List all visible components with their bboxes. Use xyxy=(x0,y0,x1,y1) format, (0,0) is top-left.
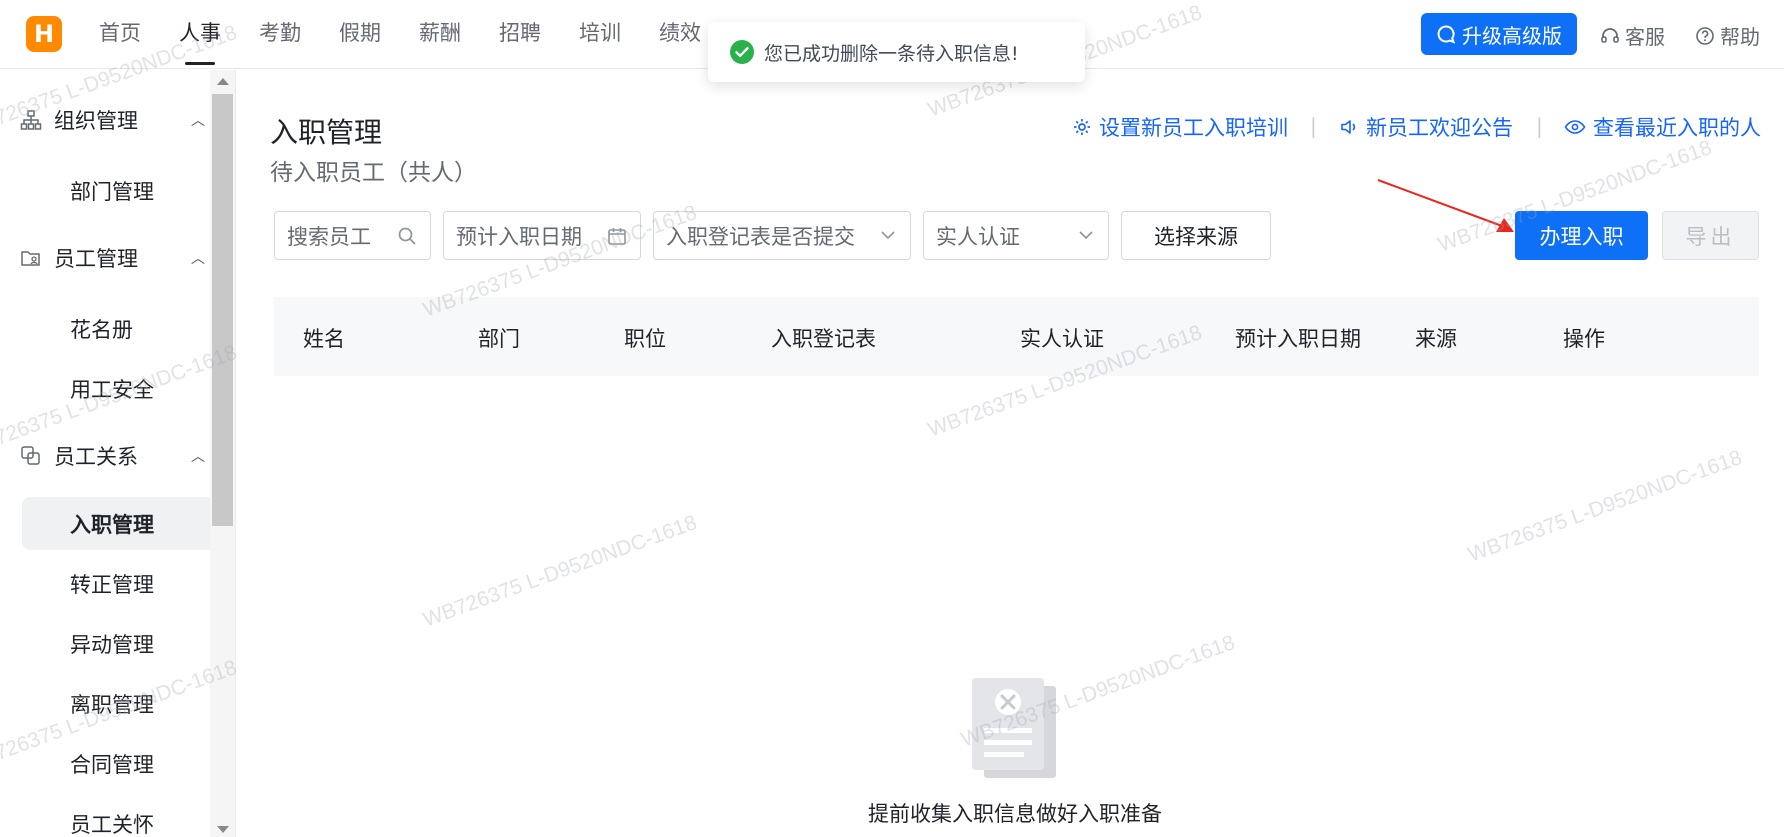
watermark-text: WB726375 L-D9520NDC-1618 xyxy=(1465,445,1745,567)
form-submitted-select[interactable]: 入职登记表是否提交 xyxy=(653,211,911,260)
sidebar-item-roster[interactable]: 花名册 xyxy=(22,302,210,355)
sidebar-item-transfer[interactable]: 异动管理 xyxy=(22,617,210,670)
relation-icon xyxy=(21,446,40,465)
chat-bubble-icon xyxy=(1437,25,1456,44)
onboard-button[interactable]: 办理入职 xyxy=(1515,211,1648,260)
source-value: 选择来源 xyxy=(1154,224,1238,249)
table-header: 姓名 部门 职位 入职登记表 实人认证 预计入职日期 来源 操作 xyxy=(274,297,1759,376)
sidebar-group-employee[interactable]: 员工管理 ︿ xyxy=(20,238,205,278)
headset-icon xyxy=(1601,27,1619,43)
chevron-down-icon xyxy=(1079,231,1093,240)
sidebar-group-label: 员工关系 xyxy=(54,445,138,469)
success-check-icon xyxy=(730,40,754,64)
upgrade-label: 升级高级版 xyxy=(1462,23,1562,48)
pending-count-subtitle: 待入职员工（共人） xyxy=(270,160,477,186)
recent-hires-label: 查看最近入职的人 xyxy=(1593,116,1761,140)
column-header-expected-date: 预计入职日期 xyxy=(1235,327,1361,351)
sidebar-item-regularization[interactable]: 转正管理 xyxy=(22,557,210,610)
search-icon xyxy=(398,227,416,245)
scroll-up-icon[interactable] xyxy=(217,78,229,85)
recent-hires-link[interactable]: 查看最近入职的人 xyxy=(1564,112,1761,142)
column-header-form: 入职登记表 xyxy=(771,327,876,351)
sidebar-scroll-thumb[interactable] xyxy=(212,94,233,526)
sidebar-item-onboarding[interactable]: 入职管理 xyxy=(22,497,210,550)
empty-state-text: 提前收集入职信息做好入职准备 xyxy=(868,802,1162,826)
column-header-actions: 操作 xyxy=(1563,327,1605,351)
nav-leave[interactable]: 假期 xyxy=(320,0,400,69)
folder-user-icon xyxy=(21,251,40,266)
onboard-training-link[interactable]: 设置新员工入职培训 xyxy=(1072,112,1288,142)
scroll-down-icon[interactable] xyxy=(217,826,229,833)
eye-icon xyxy=(1564,120,1586,134)
customer-service-link[interactable]: 客服 xyxy=(1600,21,1665,50)
sidebar-item-care[interactable]: 员工关怀 xyxy=(22,797,210,837)
column-header-auth: 实人认证 xyxy=(1020,327,1104,351)
sidebar-group-label: 员工管理 xyxy=(54,247,138,271)
sidebar-group-relations[interactable]: 员工关系 ︿ xyxy=(20,436,205,476)
nav-attendance[interactable]: 考勤 xyxy=(240,0,320,69)
empty-document-icon xyxy=(972,678,1056,778)
employee-search-input[interactable]: 搜索员工 xyxy=(274,211,431,260)
welcome-notice-label: 新员工欢迎公告 xyxy=(1366,116,1513,140)
calendar-icon xyxy=(608,228,626,245)
annotation-arrow xyxy=(1377,179,1514,232)
app-logo[interactable]: H xyxy=(26,16,62,52)
main-nav: 首页 人事 考勤 假期 薪酬 招聘 培训 绩效 xyxy=(80,0,720,69)
date-placeholder: 预计入职日期 xyxy=(456,224,582,249)
source-select[interactable]: 选择来源 xyxy=(1121,211,1271,260)
toast-message: 您已成功删除一条待入职信息! xyxy=(764,42,1019,65)
expected-date-picker[interactable]: 预计入职日期 xyxy=(443,211,641,260)
success-toast: 您已成功删除一条待入职信息! xyxy=(708,22,1085,82)
customer-service-label: 客服 xyxy=(1625,25,1665,49)
chevron-down-icon xyxy=(881,231,895,240)
watermark-text: WB726375 L-D9520NDC-1618 xyxy=(420,510,700,632)
nav-recruit[interactable]: 招聘 xyxy=(480,0,560,69)
help-label: 帮助 xyxy=(1720,25,1760,49)
nav-training[interactable]: 培训 xyxy=(560,0,640,69)
chevron-up-icon: ︿ xyxy=(191,113,205,129)
upgrade-button[interactable]: 升级高级版 xyxy=(1421,13,1577,55)
link-divider: | xyxy=(1310,114,1317,138)
nav-salary[interactable]: 薪酬 xyxy=(400,0,480,69)
sidebar-item-resignation[interactable]: 离职管理 xyxy=(22,677,210,730)
column-header-position: 职位 xyxy=(624,327,666,351)
nav-personnel[interactable]: 人事 xyxy=(160,0,240,69)
sidebar-item-safety[interactable]: 用工安全 xyxy=(22,362,210,415)
column-header-name: 姓名 xyxy=(303,327,345,351)
help-link[interactable]: 帮助 xyxy=(1695,21,1760,50)
sidebar: 组织管理 ︿ 部门管理 员工管理 ︿ 花名册 用工安全 员工关系 ︿ 入职管理 … xyxy=(0,70,236,837)
nav-home[interactable]: 首页 xyxy=(80,0,160,69)
page-title: 入职管理 xyxy=(270,116,383,149)
gear-icon xyxy=(1074,119,1090,135)
chevron-up-icon: ︿ xyxy=(191,449,205,465)
column-header-department: 部门 xyxy=(478,327,520,351)
org-chart-icon xyxy=(20,110,42,130)
help-circle-icon xyxy=(1696,26,1714,45)
real-name-auth-select[interactable]: 实人认证 xyxy=(923,211,1109,260)
column-header-source: 来源 xyxy=(1415,327,1457,351)
speaker-icon xyxy=(1341,120,1356,134)
sidebar-group-label: 组织管理 xyxy=(54,109,138,133)
real-name-auth-value: 实人认证 xyxy=(936,224,1020,249)
search-placeholder: 搜索员工 xyxy=(287,224,371,249)
sidebar-group-org[interactable]: 组织管理 ︿ xyxy=(20,100,205,140)
form-submitted-value: 入职登记表是否提交 xyxy=(666,224,855,249)
sidebar-item-department[interactable]: 部门管理 xyxy=(22,164,210,217)
welcome-notice-link[interactable]: 新员工欢迎公告 xyxy=(1339,112,1513,142)
onboard-training-label: 设置新员工入职培训 xyxy=(1099,116,1288,140)
chevron-up-icon: ︿ xyxy=(191,251,205,267)
export-button[interactable]: 导出 xyxy=(1662,211,1759,260)
link-divider: | xyxy=(1536,114,1543,138)
sidebar-item-contract[interactable]: 合同管理 xyxy=(22,737,210,790)
